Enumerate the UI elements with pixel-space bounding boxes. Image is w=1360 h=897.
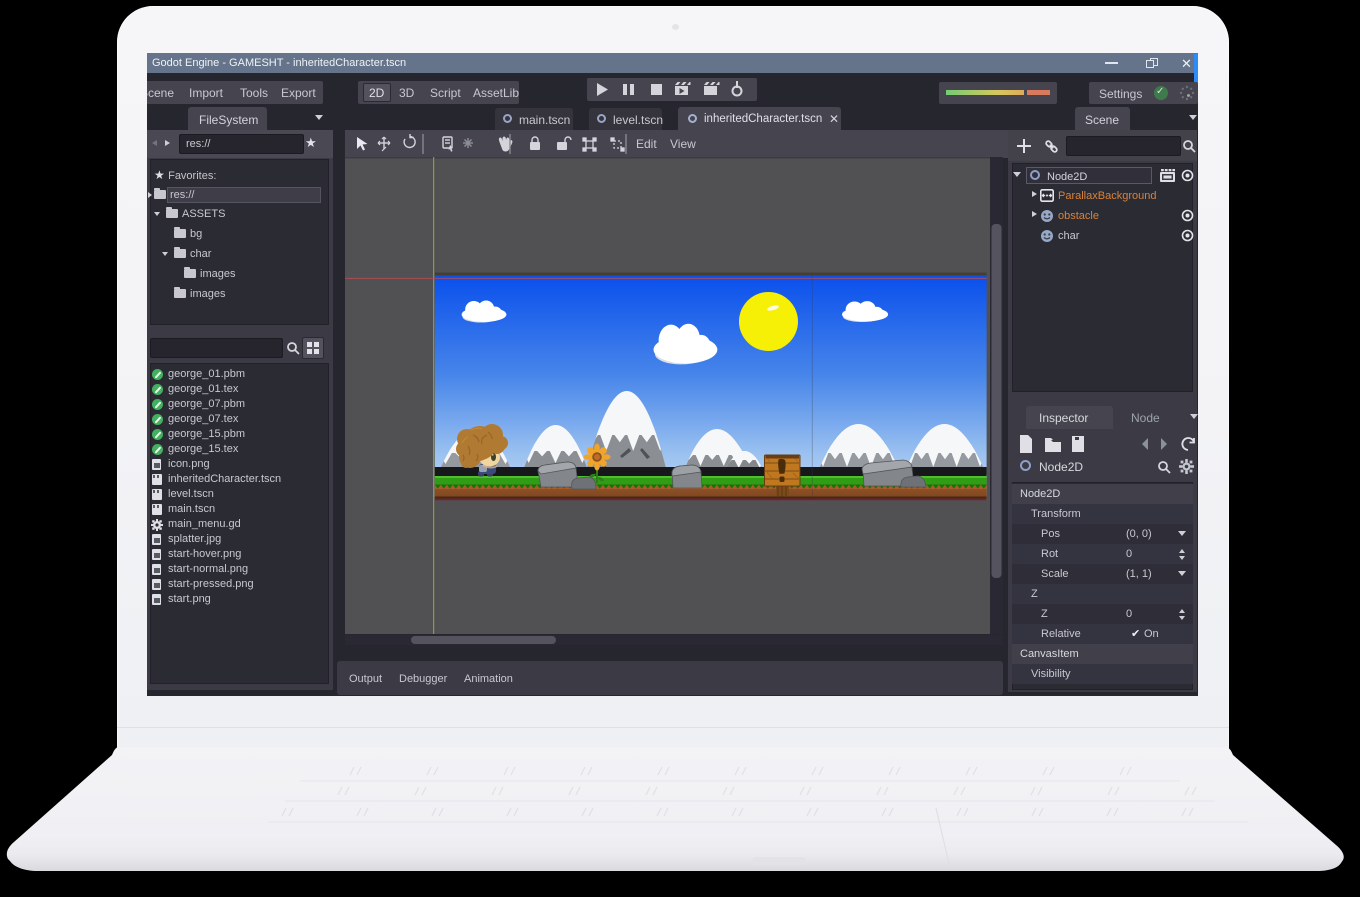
svg-text:Edit: Edit [636, 137, 657, 151]
svg-text:View: View [670, 137, 696, 151]
